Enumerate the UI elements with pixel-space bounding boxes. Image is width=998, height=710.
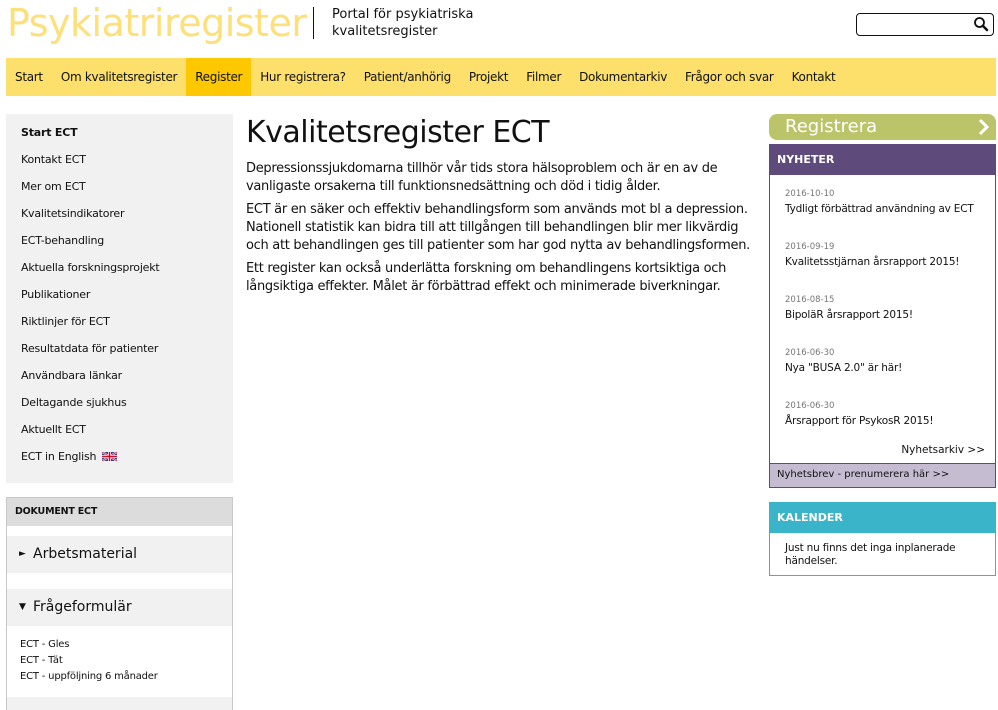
site-tagline: Portal för psykiatriska kvalitetsregiste…	[332, 6, 473, 40]
sidebar-item-publikationer[interactable]: Publikationer	[6, 288, 233, 315]
news-link[interactable]: Nya "BUSA 2.0" är här!	[785, 360, 995, 387]
sidebar-item-ect-behandling[interactable]: ECT-behandling	[6, 234, 233, 261]
calendar-title: KALENDER	[770, 503, 995, 533]
tagline-line-2: kvalitetsregister	[332, 24, 438, 39]
sidebar-item-ect-in-english[interactable]: ECT in English	[6, 450, 233, 477]
register-button[interactable]: Registrera	[769, 114, 996, 140]
news-title: NYHETER	[770, 145, 995, 175]
search-icon[interactable]	[973, 16, 989, 32]
news-item: 2016-10-10 Tydligt förbättrad användning…	[770, 188, 995, 228]
sidebar-item-aktuella-forskningsprojekt[interactable]: Aktuella forskningsprojekt	[6, 261, 233, 288]
nav-hur-registrera[interactable]: Hur registrera?	[251, 58, 355, 96]
sidebar-item-riktlinjer[interactable]: Riktlinjer för ECT	[6, 315, 233, 342]
triangle-down-icon: ▼	[19, 602, 26, 612]
sidebar-item-resultatdata[interactable]: Resultatdata för patienter	[6, 342, 233, 369]
intro-paragraph-3: Ett register kan också underlätta forskn…	[246, 261, 727, 294]
news-date: 2016-06-30	[785, 348, 835, 358]
accordion-arbetsmaterial[interactable]: ► Arbetsmaterial	[7, 536, 232, 573]
main-nav: Start Om kvalitetsregister Register Hur …	[6, 58, 996, 96]
site-logo[interactable]: Psykiatriregister	[7, 0, 307, 46]
documents-title: DOKUMENT ECT	[7, 498, 232, 526]
nav-filmer[interactable]: Filmer	[517, 58, 570, 96]
doc-link-ect-uppfoljning[interactable]: ECT - uppföljning 6 månader	[20, 669, 232, 685]
news-link[interactable]: Tydligt förbättrad användning av ECT	[785, 201, 995, 228]
nav-fragor-och-svar[interactable]: Frågor och svar	[676, 58, 783, 96]
triangle-right-icon: ►	[19, 549, 26, 559]
search-input[interactable]	[857, 14, 967, 36]
news-panel: NYHETER 2016-10-10 Tydligt förbättrad an…	[769, 144, 996, 488]
logo-divider	[313, 7, 314, 39]
accordion-next-section[interactable]	[7, 697, 232, 710]
sidebar-item-anvandbara-lankar[interactable]: Användbara länkar	[6, 369, 233, 396]
sidebar-item-aktuellt-ect[interactable]: Aktuellt ECT	[6, 423, 233, 450]
news-archive-link[interactable]: Nyhetsarkiv >>	[901, 444, 985, 456]
accordion-frageformular[interactable]: ▼ Frågeformulär	[7, 589, 232, 626]
calendar-text: Just nu finns det inga inplanerade hände…	[785, 542, 956, 567]
news-date: 2016-09-19	[785, 242, 835, 252]
page-title: Kvalitetsregister ECT	[246, 115, 550, 150]
news-item: 2016-08-15 BipoläR årsrapport 2015!	[770, 294, 995, 334]
calendar-panel: KALENDER Just nu finns det inga inplaner…	[769, 502, 996, 576]
news-link[interactable]: BipoläR årsrapport 2015!	[785, 307, 995, 334]
nav-om-kvalitetsregister[interactable]: Om kvalitetsregister	[52, 58, 186, 96]
nav-register[interactable]: Register	[186, 58, 252, 96]
chevron-right-icon	[978, 118, 990, 136]
news-item: 2016-09-19 Kvalitetsstjärnan årsrapport …	[770, 241, 995, 281]
sidebar-item-kontakt-ect[interactable]: Kontakt ECT	[6, 153, 233, 180]
news-item: 2016-06-30 Nya "BUSA 2.0" är här!	[770, 347, 995, 387]
news-item: 2016-06-30 Årsrapport för PsykosR 2015!	[770, 400, 995, 440]
accordion-label: Frågeformulär	[33, 599, 132, 615]
intro-paragraph-2: ECT är en säker och effektiv behandlings…	[246, 202, 750, 253]
newsletter-subscribe-link[interactable]: Nyhetsbrev - prenumerera här >>	[770, 463, 995, 487]
intro-paragraph-1: Depressionssjukdomarna tillhör vår tids …	[246, 161, 718, 194]
news-link[interactable]: Kvalitetsstjärnan årsrapport 2015!	[785, 254, 995, 281]
nav-start[interactable]: Start	[6, 58, 52, 96]
sidebar-item-kvalitetsindikatorer[interactable]: Kvalitetsindikatorer	[6, 207, 233, 234]
search-box	[856, 13, 994, 36]
uk-flag-icon	[102, 452, 118, 461]
sidebar-item-label: ECT in English	[21, 450, 97, 463]
sidebar-item-start-ect[interactable]: Start ECT	[6, 126, 233, 153]
register-button-label: Registrera	[785, 116, 878, 137]
news-date: 2016-10-10	[785, 189, 835, 199]
news-date: 2016-06-30	[785, 401, 835, 411]
sidebar-item-mer-om-ect[interactable]: Mer om ECT	[6, 180, 233, 207]
doc-link-ect-gles[interactable]: ECT - Gles	[20, 637, 232, 653]
sidebar-item-deltagande-sjukhus[interactable]: Deltagande sjukhus	[6, 396, 233, 423]
nav-projekt[interactable]: Projekt	[460, 58, 517, 96]
accordion-label: Arbetsmaterial	[33, 546, 138, 562]
sidebar-menu: Start ECT Kontakt ECT Mer om ECT Kvalite…	[6, 114, 233, 483]
doc-link-ect-tat[interactable]: ECT - Tät	[20, 653, 232, 669]
news-link[interactable]: Årsrapport för PsykosR 2015!	[785, 413, 995, 440]
news-date: 2016-08-15	[785, 295, 835, 305]
main-content: Kvalitetsregister ECT Depressionssjukdom…	[246, 114, 756, 301]
nav-patient-anhorig[interactable]: Patient/anhörig	[355, 58, 460, 96]
nav-dokumentarkiv[interactable]: Dokumentarkiv	[570, 58, 676, 96]
frageformular-list: ECT - Gles ECT - Tät ECT - uppföljning 6…	[7, 626, 232, 685]
documents-panel: DOKUMENT ECT ► Arbetsmaterial ▼ Frågeformu…	[6, 497, 233, 710]
tagline-line-1: Portal för psykiatriska	[332, 7, 474, 22]
nav-kontakt[interactable]: Kontakt	[783, 58, 845, 96]
